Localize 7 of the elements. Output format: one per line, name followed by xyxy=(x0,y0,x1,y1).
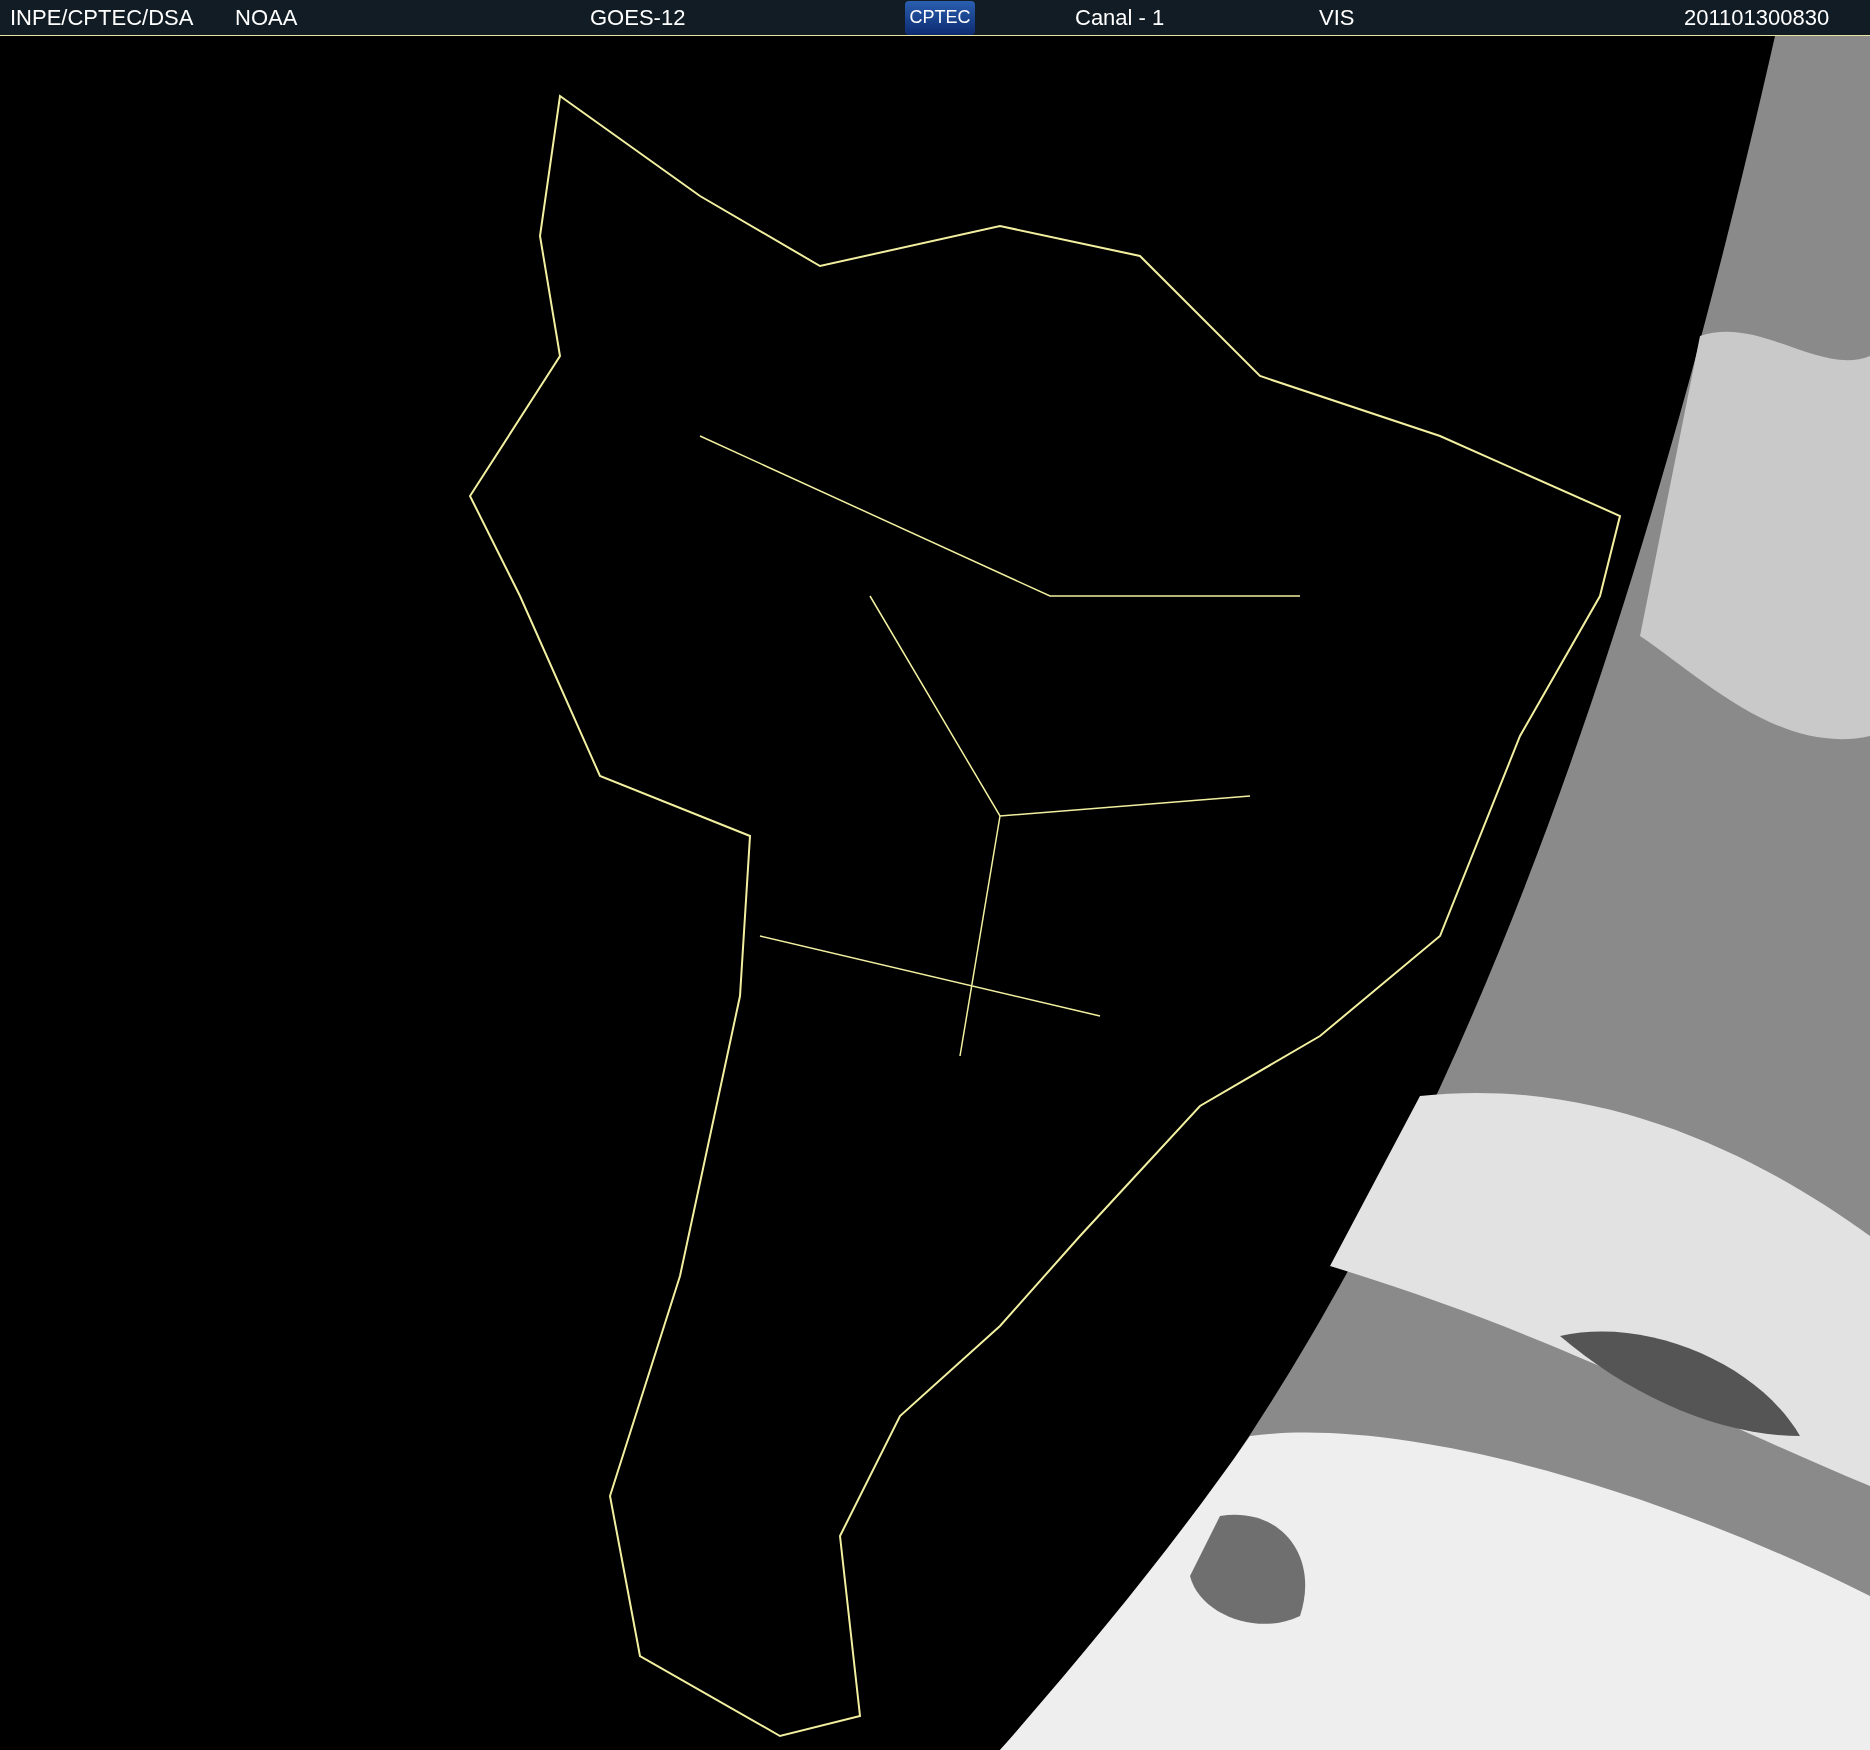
channel-label: Canal - 1 xyxy=(1075,4,1166,32)
agency-label: NOAA xyxy=(235,4,299,32)
timestamp-label: 201101300830 xyxy=(1684,4,1830,32)
satellite-label: GOES-12 xyxy=(590,4,687,32)
source-label: INPE/CPTEC/DSA xyxy=(10,4,195,32)
logo: CPTEC xyxy=(905,0,975,35)
band-label: VIS xyxy=(1319,4,1356,32)
